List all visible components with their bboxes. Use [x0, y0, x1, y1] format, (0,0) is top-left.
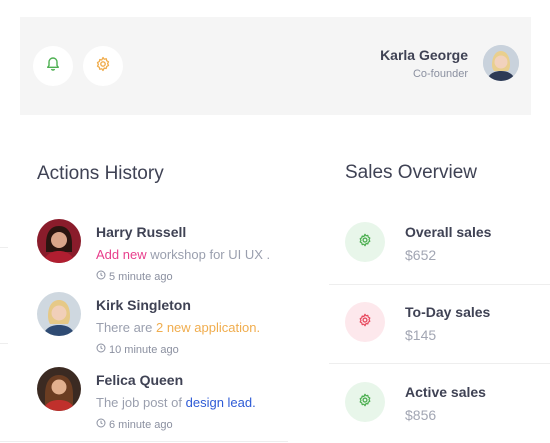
sales-icon-circle: [345, 302, 385, 342]
sales-amount: $145: [405, 327, 437, 343]
sales-overview-title: Sales Overview: [345, 162, 477, 183]
action-time: 10 minute ago: [96, 343, 179, 356]
gear-icon: [358, 313, 372, 332]
sales-amount: $652: [405, 247, 437, 263]
avatar: [37, 367, 81, 411]
sales-item-overall[interactable]: Overall sales $652: [345, 222, 545, 282]
user-role: Co-founder: [412, 68, 468, 80]
action-message: The job post of design lead.: [96, 395, 256, 410]
action-highlight-link[interactable]: Add new: [96, 247, 147, 262]
gear-icon: [358, 393, 372, 412]
actions-history-title: Actions History: [37, 163, 164, 184]
action-message: Add new workshop for UI UX .: [96, 247, 271, 262]
action-highlight-link[interactable]: 2 new application.: [156, 320, 260, 335]
settings-button[interactable]: [83, 46, 123, 86]
action-user-name[interactable]: Kirk Singleton: [96, 297, 191, 313]
action-item[interactable]: Harry Russell Add new workshop for UI UX…: [37, 219, 297, 294]
action-highlight-link[interactable]: design lead.: [186, 395, 256, 410]
action-item[interactable]: Felica Queen The job post of design lead…: [37, 367, 297, 442]
action-item[interactable]: Kirk Singleton There are 2 new applicati…: [37, 292, 297, 367]
action-time: 6 minute ago: [96, 418, 173, 431]
sales-label: Overall sales: [405, 224, 492, 240]
avatar: [37, 292, 81, 336]
gear-icon: [358, 233, 372, 252]
sales-icon-circle: [345, 382, 385, 422]
gear-icon: [95, 56, 111, 77]
sales-label: To-Day sales: [405, 304, 491, 320]
action-time: 5 minute ago: [96, 270, 173, 283]
avatar: [37, 219, 81, 263]
divider: [0, 343, 8, 344]
sales-item-active[interactable]: Active sales $856: [345, 382, 545, 442]
clock-icon: [96, 418, 106, 431]
action-user-name[interactable]: Felica Queen: [96, 372, 183, 388]
sales-icon-circle: [345, 222, 385, 262]
notifications-button[interactable]: [33, 46, 73, 86]
action-user-name[interactable]: Harry Russell: [96, 224, 186, 240]
user-name[interactable]: Karla George: [380, 47, 468, 63]
user-avatar[interactable]: [483, 45, 519, 81]
action-message: There are 2 new application.: [96, 320, 261, 335]
sales-item-today[interactable]: To-Day sales $145: [345, 302, 545, 362]
sales-label: Active sales: [405, 384, 486, 400]
divider: [329, 363, 550, 364]
clock-icon: [96, 343, 106, 356]
divider: [0, 247, 8, 248]
divider: [329, 284, 550, 285]
bell-icon: [45, 56, 61, 77]
sales-amount: $856: [405, 407, 437, 423]
clock-icon: [96, 270, 106, 283]
top-bar: Karla George Co-founder: [20, 17, 531, 115]
